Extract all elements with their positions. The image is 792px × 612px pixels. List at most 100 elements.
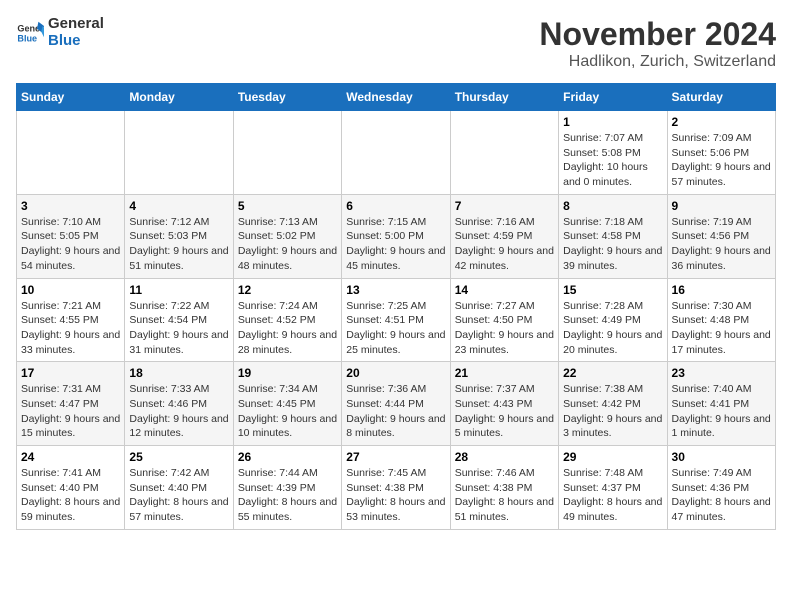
location-title: Hadlikon, Zurich, Switzerland <box>539 53 776 71</box>
day-number: 8 <box>563 199 662 213</box>
calendar-header-friday: Friday <box>559 84 667 111</box>
calendar-cell: 20 Sunrise: 7:36 AM Sunset: 4:44 PM Dayli… <box>342 362 450 446</box>
logo-blue-text: Blue <box>48 33 104 50</box>
calendar-week-2: 3Sunrise: 7:10 AM Sunset: 5:05 PM Daylig… <box>17 194 776 278</box>
calendar-cell: 11Sunrise: 7:22 AM Sunset: 4:54 PM Dayli… <box>125 278 233 362</box>
day-info: Sunrise: 7:41 AM Sunset: 4:40 PM Dayligh… <box>21 466 120 525</box>
day-number: 24 <box>21 450 120 464</box>
day-info: Sunrise: 7:19 AM Sunset: 4:56 PM Dayligh… <box>672 215 771 274</box>
calendar-cell: 21Sunrise: 7:37 AM Sunset: 4:43 PM Dayli… <box>450 362 558 446</box>
day-info: Sunrise: 7:16 AM Sunset: 4:59 PM Dayligh… <box>455 215 554 274</box>
calendar-cell: 18 Sunrise: 7:33 AM Sunset: 4:46 PM Dayli… <box>125 362 233 446</box>
calendar-cell: 4 Sunrise: 7:12 AM Sunset: 5:03 PM Daylig… <box>125 194 233 278</box>
calendar-cell: 14Sunrise: 7:27 AM Sunset: 4:50 PM Dayli… <box>450 278 558 362</box>
day-number: 17 <box>21 366 120 380</box>
day-info: Sunrise: 7:37 AM Sunset: 4:43 PM Dayligh… <box>455 382 554 441</box>
calendar-header-wednesday: Wednesday <box>342 84 450 111</box>
calendar-cell: 16 Sunrise: 7:30 AM Sunset: 4:48 PM Dayli… <box>667 278 775 362</box>
calendar-header-saturday: Saturday <box>667 84 775 111</box>
calendar-header-sunday: Sunday <box>17 84 125 111</box>
calendar-cell <box>342 111 450 195</box>
calendar-cell: 26 Sunrise: 7:44 AM Sunset: 4:39 PM Dayli… <box>233 446 341 530</box>
calendar-header-tuesday: Tuesday <box>233 84 341 111</box>
day-number: 20 <box>346 366 445 380</box>
calendar-cell: 5 Sunrise: 7:13 AM Sunset: 5:02 PM Daylig… <box>233 194 341 278</box>
svg-text:Blue: Blue <box>17 33 37 43</box>
calendar-week-4: 17 Sunrise: 7:31 AM Sunset: 4:47 PM Dayli… <box>17 362 776 446</box>
day-info: Sunrise: 7:46 AM Sunset: 4:38 PM Dayligh… <box>455 466 554 525</box>
calendar-week-5: 24 Sunrise: 7:41 AM Sunset: 4:40 PM Dayli… <box>17 446 776 530</box>
calendar-cell: 24 Sunrise: 7:41 AM Sunset: 4:40 PM Dayli… <box>17 446 125 530</box>
day-number: 27 <box>346 450 445 464</box>
calendar-week-1: 1Sunrise: 7:07 AM Sunset: 5:08 PM Daylig… <box>17 111 776 195</box>
day-info: Sunrise: 7:22 AM Sunset: 4:54 PM Dayligh… <box>129 299 228 358</box>
day-info: Sunrise: 7:15 AM Sunset: 5:00 PM Dayligh… <box>346 215 445 274</box>
calendar-cell: 15 Sunrise: 7:28 AM Sunset: 4:49 PM Dayli… <box>559 278 667 362</box>
calendar-cell: 17 Sunrise: 7:31 AM Sunset: 4:47 PM Dayli… <box>17 362 125 446</box>
calendar-cell: 13Sunrise: 7:25 AM Sunset: 4:51 PM Dayli… <box>342 278 450 362</box>
title-area: November 2024 Hadlikon, Zurich, Switzerl… <box>539 16 776 71</box>
calendar-cell: 9Sunrise: 7:19 AM Sunset: 4:56 PM Daylig… <box>667 194 775 278</box>
day-info: Sunrise: 7:48 AM Sunset: 4:37 PM Dayligh… <box>563 466 662 525</box>
day-info: Sunrise: 7:38 AM Sunset: 4:42 PM Dayligh… <box>563 382 662 441</box>
day-info: Sunrise: 7:09 AM Sunset: 5:06 PM Dayligh… <box>672 131 771 190</box>
calendar-body: 1Sunrise: 7:07 AM Sunset: 5:08 PM Daylig… <box>17 111 776 530</box>
logo-general-text: General <box>48 16 104 33</box>
day-info: Sunrise: 7:21 AM Sunset: 4:55 PM Dayligh… <box>21 299 120 358</box>
day-number: 10 <box>21 283 120 297</box>
calendar-cell: 22Sunrise: 7:38 AM Sunset: 4:42 PM Dayli… <box>559 362 667 446</box>
day-number: 25 <box>129 450 228 464</box>
day-number: 5 <box>238 199 337 213</box>
day-info: Sunrise: 7:45 AM Sunset: 4:38 PM Dayligh… <box>346 466 445 525</box>
calendar-cell: 2 Sunrise: 7:09 AM Sunset: 5:06 PM Daylig… <box>667 111 775 195</box>
day-number: 16 <box>672 283 771 297</box>
day-number: 6 <box>346 199 445 213</box>
calendar-week-3: 10 Sunrise: 7:21 AM Sunset: 4:55 PM Dayli… <box>17 278 776 362</box>
day-number: 29 <box>563 450 662 464</box>
calendar-cell: 7Sunrise: 7:16 AM Sunset: 4:59 PM Daylig… <box>450 194 558 278</box>
calendar-cell: 28 Sunrise: 7:46 AM Sunset: 4:38 PM Dayli… <box>450 446 558 530</box>
logo: General Blue General Blue <box>16 16 104 49</box>
calendar-cell <box>125 111 233 195</box>
calendar-cell: 1Sunrise: 7:07 AM Sunset: 5:08 PM Daylig… <box>559 111 667 195</box>
day-info: Sunrise: 7:12 AM Sunset: 5:03 PM Dayligh… <box>129 215 228 274</box>
day-number: 14 <box>455 283 554 297</box>
calendar-cell: 27 Sunrise: 7:45 AM Sunset: 4:38 PM Dayli… <box>342 446 450 530</box>
day-info: Sunrise: 7:18 AM Sunset: 4:58 PM Dayligh… <box>563 215 662 274</box>
day-info: Sunrise: 7:13 AM Sunset: 5:02 PM Dayligh… <box>238 215 337 274</box>
day-number: 30 <box>672 450 771 464</box>
calendar-header-thursday: Thursday <box>450 84 558 111</box>
day-info: Sunrise: 7:28 AM Sunset: 4:49 PM Dayligh… <box>563 299 662 358</box>
day-number: 4 <box>129 199 228 213</box>
calendar-cell: 12 Sunrise: 7:24 AM Sunset: 4:52 PM Dayli… <box>233 278 341 362</box>
day-info: Sunrise: 7:49 AM Sunset: 4:36 PM Dayligh… <box>672 466 771 525</box>
calendar-cell: 10 Sunrise: 7:21 AM Sunset: 4:55 PM Dayli… <box>17 278 125 362</box>
day-number: 18 <box>129 366 228 380</box>
day-info: Sunrise: 7:31 AM Sunset: 4:47 PM Dayligh… <box>21 382 120 441</box>
calendar-cell: 19 Sunrise: 7:34 AM Sunset: 4:45 PM Dayli… <box>233 362 341 446</box>
day-info: Sunrise: 7:07 AM Sunset: 5:08 PM Dayligh… <box>563 131 662 190</box>
calendar-cell: 30 Sunrise: 7:49 AM Sunset: 4:36 PM Dayli… <box>667 446 775 530</box>
calendar-header-row: SundayMondayTuesdayWednesdayThursdayFrid… <box>17 84 776 111</box>
day-number: 13 <box>346 283 445 297</box>
day-info: Sunrise: 7:33 AM Sunset: 4:46 PM Dayligh… <box>129 382 228 441</box>
day-number: 26 <box>238 450 337 464</box>
day-info: Sunrise: 7:30 AM Sunset: 4:48 PM Dayligh… <box>672 299 771 358</box>
day-info: Sunrise: 7:40 AM Sunset: 4:41 PM Dayligh… <box>672 382 771 441</box>
calendar-cell: 6 Sunrise: 7:15 AM Sunset: 5:00 PM Daylig… <box>342 194 450 278</box>
calendar-cell <box>450 111 558 195</box>
day-info: Sunrise: 7:36 AM Sunset: 4:44 PM Dayligh… <box>346 382 445 441</box>
day-info: Sunrise: 7:44 AM Sunset: 4:39 PM Dayligh… <box>238 466 337 525</box>
day-number: 2 <box>672 115 771 129</box>
calendar-header-monday: Monday <box>125 84 233 111</box>
calendar-cell: 29 Sunrise: 7:48 AM Sunset: 4:37 PM Dayli… <box>559 446 667 530</box>
day-number: 12 <box>238 283 337 297</box>
day-info: Sunrise: 7:42 AM Sunset: 4:40 PM Dayligh… <box>129 466 228 525</box>
day-info: Sunrise: 7:24 AM Sunset: 4:52 PM Dayligh… <box>238 299 337 358</box>
day-number: 3 <box>21 199 120 213</box>
day-info: Sunrise: 7:34 AM Sunset: 4:45 PM Dayligh… <box>238 382 337 441</box>
calendar-cell: 8 Sunrise: 7:18 AM Sunset: 4:58 PM Daylig… <box>559 194 667 278</box>
day-number: 15 <box>563 283 662 297</box>
day-number: 19 <box>238 366 337 380</box>
day-number: 28 <box>455 450 554 464</box>
